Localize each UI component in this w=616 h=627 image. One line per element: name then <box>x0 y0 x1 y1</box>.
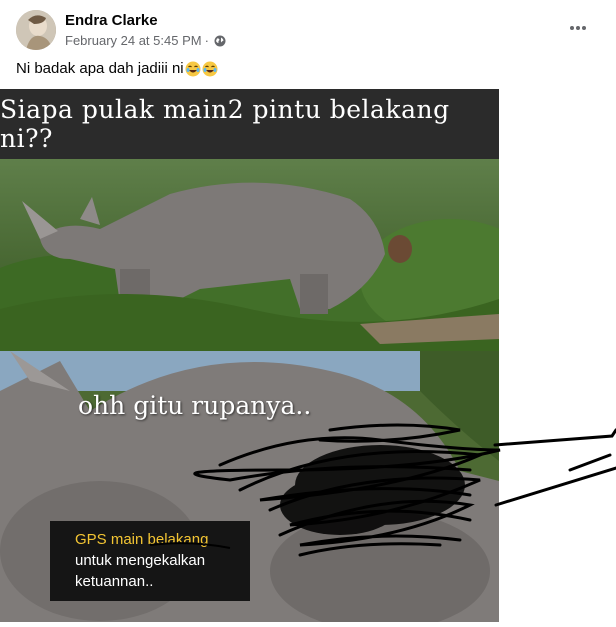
more-options-icon <box>570 26 586 30</box>
laughing-emoji-icon <box>185 61 201 76</box>
globe-icon[interactable] <box>214 35 226 47</box>
meta-separator: · <box>204 33 209 48</box>
meme-box-line-1: GPS main belakang <box>75 531 209 548</box>
laughing-emoji-icon <box>202 61 218 76</box>
author-name[interactable]: Endra Clarke <box>65 12 158 29</box>
avatar-image <box>16 10 56 50</box>
meme-box-line-3: ketuannan.. <box>75 573 154 590</box>
meme-panel-rhino-bushes <box>0 159 499 351</box>
meme-caption-box: GPS main belakang untuk mengekalkan ketu… <box>50 521 250 601</box>
meme-top-text: Siapa pulak main2 pintu belakang ni?? <box>0 89 499 159</box>
post-timestamp[interactable]: February 24 at 5:45 PM <box>65 33 202 48</box>
post-photo[interactable]: Siapa pulak main2 pintu belakang ni?? oh… <box>0 89 499 622</box>
caption-text: Ni badak apa dah jadiii ni <box>16 60 184 77</box>
meme-box-line-2: untuk mengekalkan <box>75 552 206 569</box>
post-header: Endra Clarke February 24 at 5:45 PM · <box>16 10 600 54</box>
post-caption: Ni badak apa dah jadiii ni <box>16 60 218 77</box>
post-meta: February 24 at 5:45 PM · <box>65 33 226 48</box>
more-options-button[interactable] <box>564 16 592 40</box>
avatar[interactable] <box>16 10 56 50</box>
meme-middle-text: ohh gitu rupanya.. <box>78 391 312 420</box>
